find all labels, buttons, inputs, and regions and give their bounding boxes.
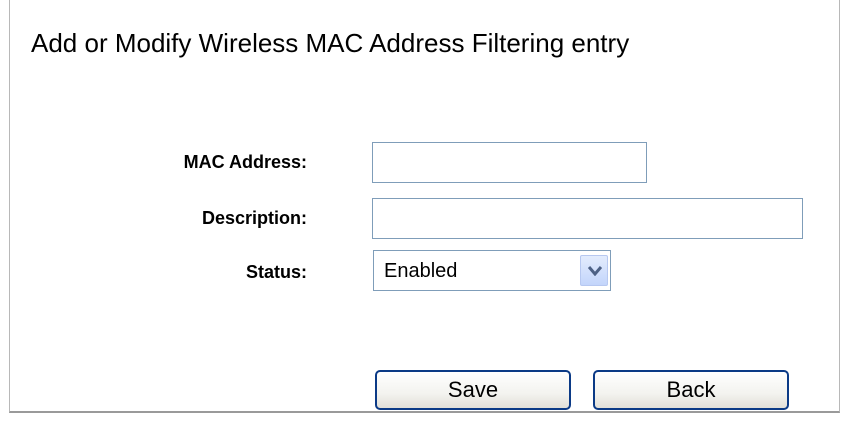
status-label: Status: <box>245 262 307 282</box>
status-selected-value: Enabled <box>384 260 458 282</box>
status-select[interactable]: Enabled <box>373 250 611 291</box>
save-button[interactable]: Save <box>375 370 571 410</box>
description-label: Description: <box>201 208 307 228</box>
chevron-down-icon <box>588 266 602 276</box>
status-dropdown-button[interactable] <box>580 255 608 286</box>
page-title: Add or Modify Wireless MAC Address Filte… <box>31 28 630 58</box>
mac-address-label: MAC Address: <box>183 152 307 172</box>
mac-address-input[interactable] <box>372 142 647 183</box>
description-input[interactable] <box>372 198 803 239</box>
back-button[interactable]: Back <box>593 370 789 410</box>
